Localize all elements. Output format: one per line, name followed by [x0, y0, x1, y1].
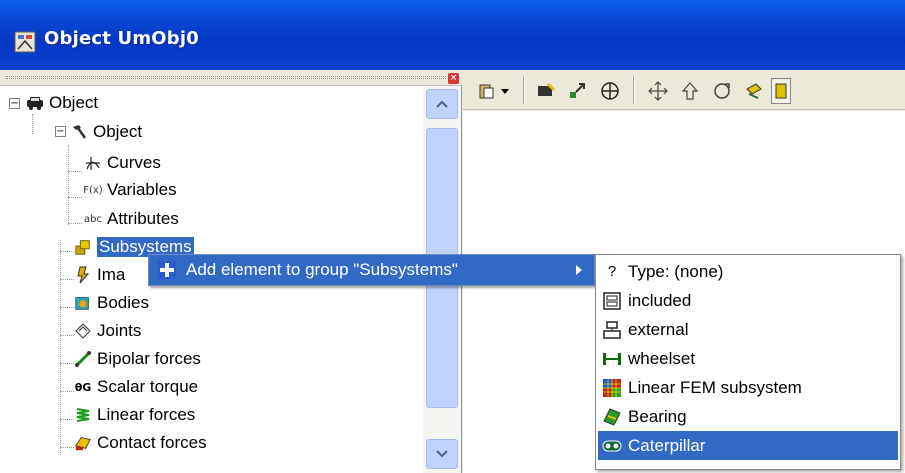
images-icon	[74, 266, 92, 284]
toolbar	[463, 70, 905, 110]
submenu-item-label: Type: (none)	[628, 261, 724, 281]
tree-item-label: Bipolar forces	[97, 349, 201, 368]
context-menu-add-element[interactable]: Add element to group "Subsystems"	[148, 254, 595, 286]
tree-item-root-object[interactable]: Object	[26, 89, 98, 117]
collapse-toggle[interactable]: −	[55, 126, 66, 137]
tree-item-object[interactable]: Object	[70, 118, 142, 146]
tree-item-label: Bodies	[97, 293, 149, 312]
tree-item-images[interactable]: Ima	[74, 261, 125, 289]
tree-item-label: Variables	[107, 180, 177, 199]
submenu-item-label: wheelset	[628, 348, 696, 368]
tree-item-joints[interactable]: Joints	[74, 317, 141, 345]
submenu-item-label: Caterpillar	[628, 435, 706, 455]
tree-item-attributes[interactable]: abc Attributes	[84, 205, 179, 233]
tree-item-label: Attributes	[107, 209, 179, 228]
tree-item-bodies[interactable]: Bodies	[74, 289, 149, 317]
sims-app-icon	[14, 31, 36, 53]
context-menu-label: Add element to group "Subsystems"	[186, 260, 458, 279]
submenu-item-wheelset[interactable]: wheelset	[598, 344, 898, 373]
tree-panel-header[interactable]: ×	[0, 70, 462, 86]
bipolar-forces-icon	[74, 350, 92, 368]
car-icon	[26, 94, 44, 112]
resize-icon[interactable]	[565, 78, 591, 104]
tree-item-curves[interactable]: Curves	[84, 149, 161, 177]
question-icon: ?	[607, 263, 617, 280]
submenu-item-bearing[interactable]: Bearing	[598, 402, 898, 431]
tree-item-label: Object	[93, 122, 143, 141]
title-bar[interactable]: Object UmObj0	[0, 0, 905, 70]
bodies-icon	[74, 294, 92, 312]
submenu-item-caterpillar[interactable]: Caterpillar	[598, 431, 898, 460]
tree-item-label: Linear forces	[97, 405, 196, 424]
submenu-item-external[interactable]: external	[598, 315, 898, 344]
fem-icon	[601, 377, 623, 399]
scroll-up-button[interactable]	[426, 89, 458, 119]
contact-forces-icon	[74, 434, 92, 452]
swap-icon[interactable]	[741, 78, 767, 104]
submenu-element-types: ? Type: (none) included external wheelse…	[595, 254, 901, 470]
wheelset-icon	[601, 348, 623, 370]
window-title: Object UmObj0	[44, 28, 199, 49]
tree-item-label: Contact forces	[97, 433, 207, 452]
tree-item-bipolar-forces[interactable]: Bipolar forces	[74, 345, 201, 373]
submenu-item-label: external	[628, 319, 689, 339]
submenu-arrow-icon	[576, 265, 582, 275]
submenu-item-label: Bearing	[628, 406, 687, 426]
chevron-down-icon	[436, 450, 448, 458]
linear-forces-icon	[74, 406, 92, 424]
tree-item-contact-forces[interactable]: Contact forces	[74, 429, 207, 457]
rotate-icon[interactable]	[709, 78, 735, 104]
tree-item-variables[interactable]: F(x) Variables	[83, 176, 177, 204]
submenu-item-type-none[interactable]: ? Type: (none)	[598, 257, 898, 286]
tree-item-label: Scalar torque	[97, 377, 199, 396]
submenu-item-label: Linear FEM subsystem	[628, 377, 802, 397]
chevron-up-icon	[436, 100, 448, 108]
tree-item-label: Curves	[107, 153, 161, 172]
curves-icon	[84, 154, 102, 172]
scalar-torque-icon: θG	[74, 380, 92, 394]
tree-item-label: Ima	[97, 265, 126, 284]
submenu-item-linear-fem[interactable]: Linear FEM subsystem	[598, 373, 898, 402]
external-icon	[601, 319, 623, 341]
bearing-icon	[601, 406, 623, 428]
hammer-icon	[70, 123, 88, 141]
joints-icon	[74, 322, 92, 340]
submenu-item-label: included	[628, 290, 692, 310]
paste-icon[interactable]	[473, 78, 499, 104]
move-icon[interactable]	[645, 78, 671, 104]
collapse-toggle[interactable]: −	[9, 98, 20, 109]
tree-item-label: Joints	[97, 321, 142, 340]
included-icon	[601, 290, 623, 312]
dropdown-icon[interactable]	[497, 78, 513, 104]
tree-item-scalar-torque[interactable]: θG Scalar torque	[74, 373, 198, 401]
partial-icon[interactable]	[771, 78, 791, 104]
variables-icon: F(x)	[83, 184, 103, 196]
target-icon[interactable]	[597, 78, 623, 104]
tree-item-linear-forces[interactable]: Linear forces	[74, 401, 195, 429]
caterpillar-icon	[601, 435, 623, 457]
scroll-down-button[interactable]	[426, 439, 458, 469]
tree-item-label: Object	[49, 93, 99, 112]
submenu-item-included[interactable]: included	[598, 286, 898, 315]
close-icon[interactable]: ×	[448, 73, 459, 84]
edit-icon[interactable]	[533, 78, 559, 104]
up-arrow-icon[interactable]	[677, 78, 703, 104]
plus-icon	[156, 259, 178, 281]
attributes-icon: abc	[84, 213, 102, 225]
panel-grip[interactable]	[6, 76, 446, 79]
subsystems-icon	[74, 238, 92, 256]
